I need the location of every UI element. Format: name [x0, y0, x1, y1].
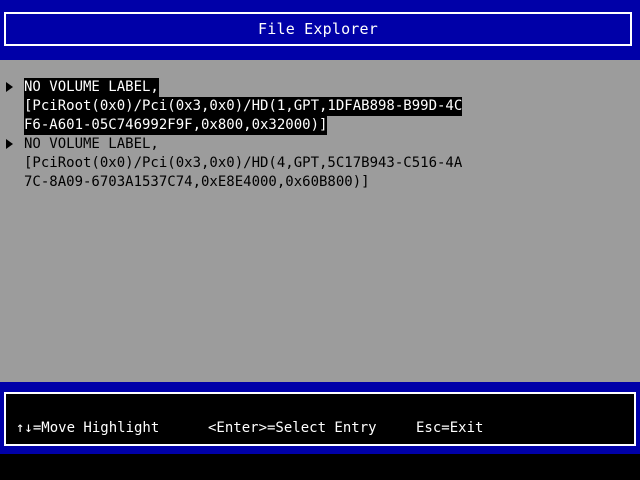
entry-device-path: [PciRoot(0x0)/Pci(0x3,0x0)/HD(1,GPT,1DFA… [24, 97, 463, 116]
move-highlight-hint: ↑↓=Move Highlight [16, 420, 160, 436]
select-entry-hint: <Enter>=Select Entry [208, 420, 377, 436]
right-triangle-icon [6, 82, 13, 92]
entry-label: NO VOLUME LABEL, [24, 78, 159, 97]
entry-device-path-continued: F6-A601-05C746992F9F,0x800,0x32000)] [24, 116, 328, 135]
exit-hint: Esc=Exit [416, 420, 484, 436]
footer-bar: ↑↓=Move Highlight <Enter>=Select Entry E… [0, 382, 640, 454]
right-triangle-icon [6, 139, 13, 149]
entry-label: NO VOLUME LABEL, [24, 136, 159, 152]
header-frame: File Explorer [4, 12, 632, 46]
page-title: File Explorer [258, 20, 378, 38]
bottom-strip [0, 454, 640, 480]
entry-device-path-continued: 7C-8A09-6703A1537C74,0xE8E4000,0x60B800)… [24, 174, 370, 190]
file-list: NO VOLUME LABEL, [PciRoot(0x0)/Pci(0x3,0… [0, 60, 640, 382]
entry-device-path: [PciRoot(0x0)/Pci(0x3,0x0)/HD(4,GPT,5C17… [24, 155, 463, 171]
header-bar: File Explorer [0, 0, 640, 60]
firmware-screen: File Explorer NO VOLUME LABEL, [PciRoot(… [0, 0, 640, 480]
